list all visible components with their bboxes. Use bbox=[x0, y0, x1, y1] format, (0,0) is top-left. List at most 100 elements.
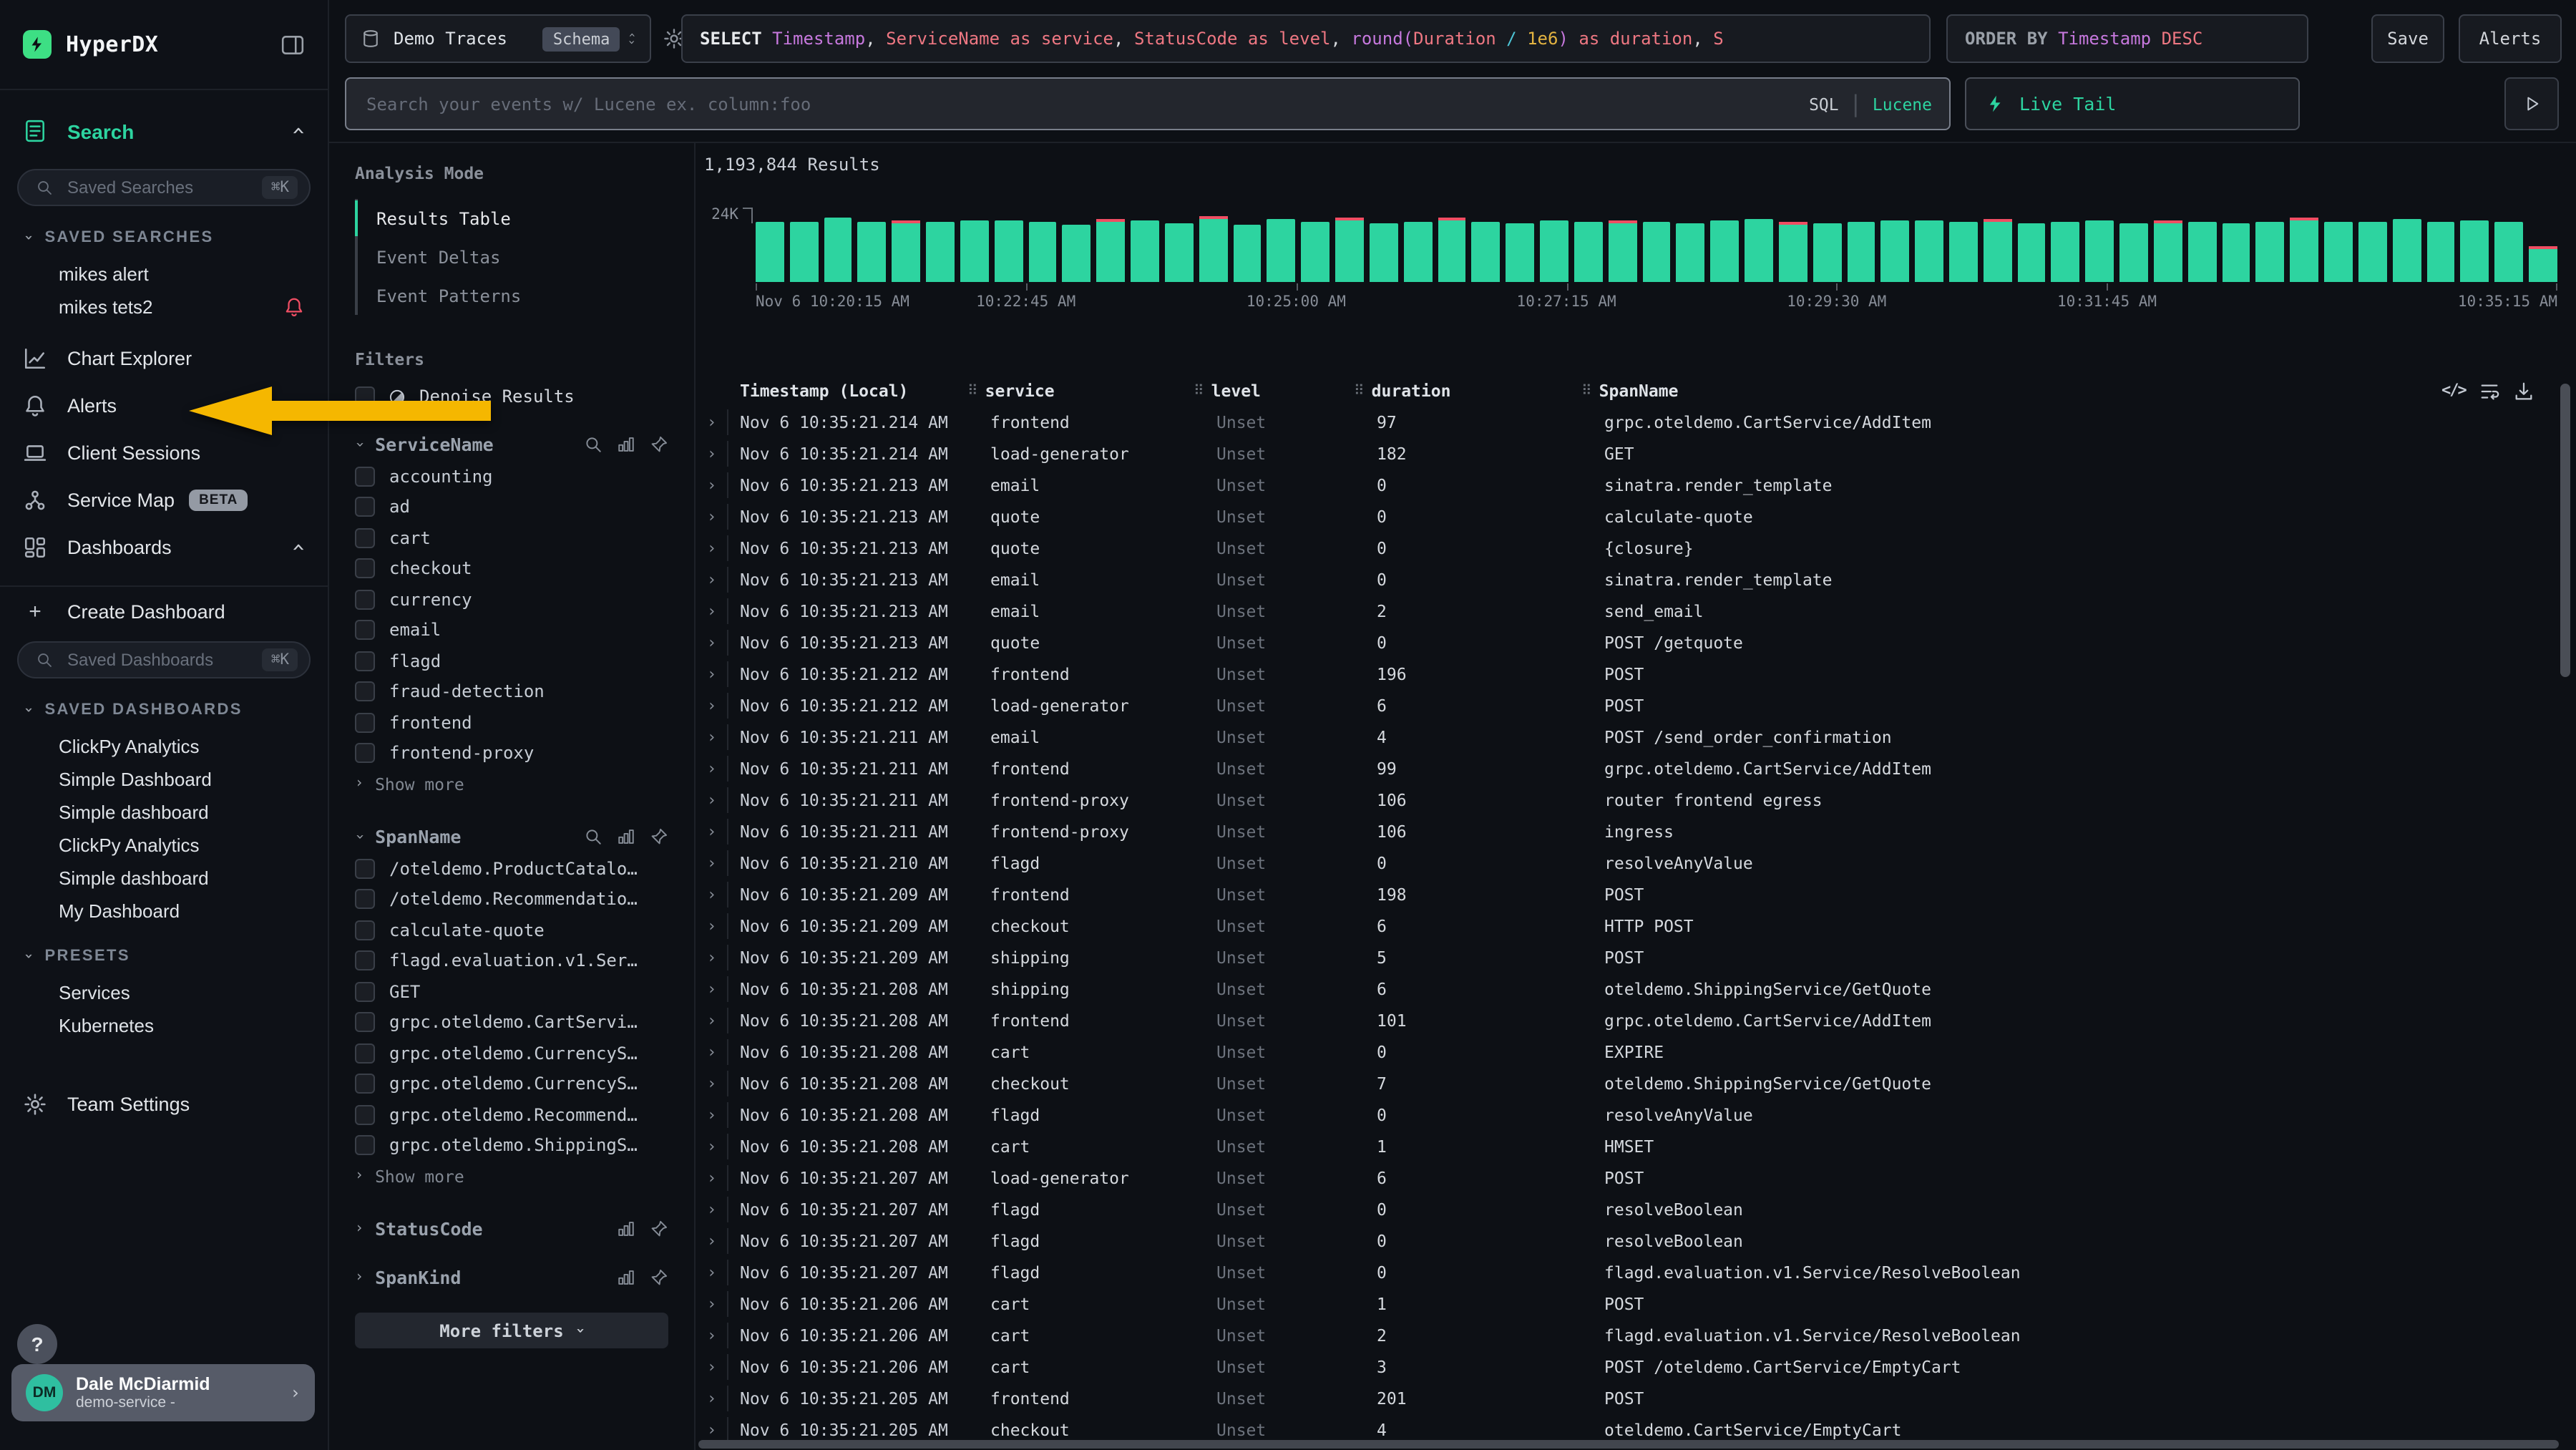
row-expand-chevron-icon[interactable]: › bbox=[707, 917, 716, 935]
histogram-bar[interactable] bbox=[1710, 220, 1739, 282]
checkbox[interactable] bbox=[355, 1043, 375, 1064]
histogram-bar[interactable] bbox=[1267, 219, 1296, 282]
row-expand-chevron-icon[interactable]: › bbox=[707, 948, 716, 967]
histogram-bar[interactable] bbox=[2017, 223, 2046, 282]
row-expand-chevron-icon[interactable]: › bbox=[707, 665, 716, 683]
save-button[interactable]: Save bbox=[2371, 14, 2444, 63]
filter-option[interactable]: currency bbox=[355, 584, 668, 615]
histogram-bar[interactable] bbox=[1915, 220, 1943, 282]
histogram-bar[interactable] bbox=[2188, 222, 2217, 282]
filter-group-header[interactable]: ›SpanName bbox=[355, 826, 668, 847]
checkbox[interactable] bbox=[355, 859, 375, 879]
event-search-bar[interactable]: SQL | Lucene bbox=[345, 77, 1951, 130]
row-expand-chevron-icon[interactable]: › bbox=[707, 602, 716, 621]
table-row[interactable]: ›Nov 6 10:35:21.213 AMemailUnset2send_em… bbox=[696, 595, 2576, 627]
table-row[interactable]: ›Nov 6 10:35:21.213 AMemailUnset0sinatra… bbox=[696, 469, 2576, 501]
row-expand-chevron-icon[interactable]: › bbox=[707, 1389, 716, 1408]
table-row[interactable]: ›Nov 6 10:35:21.214 AMload-generatorUnse… bbox=[696, 438, 2576, 469]
table-row[interactable]: ›Nov 6 10:35:21.206 AMcartUnset2flagd.ev… bbox=[696, 1320, 2576, 1351]
column-header-spanname[interactable]: ⠿ SpanName bbox=[1581, 381, 1678, 401]
presets-section[interactable]: › PRESETS bbox=[0, 948, 328, 965]
dashboard-item[interactable]: Simple dashboard bbox=[0, 862, 328, 895]
table-row[interactable]: ›Nov 6 10:35:21.206 AMcartUnset1POST bbox=[696, 1288, 2576, 1320]
help-button[interactable]: ? bbox=[17, 1324, 57, 1364]
row-expand-chevron-icon[interactable]: › bbox=[707, 1421, 716, 1439]
saved-searches-input[interactable] bbox=[64, 176, 263, 199]
histogram-bar[interactable] bbox=[1984, 219, 2012, 282]
table-row[interactable]: ›Nov 6 10:35:21.212 AMfrontendUnset196PO… bbox=[696, 658, 2576, 690]
histogram-bar[interactable] bbox=[892, 220, 921, 282]
bar-chart-icon[interactable] bbox=[617, 827, 635, 846]
chevron-down-icon[interactable]: › bbox=[351, 440, 367, 449]
filter-option[interactable]: GET bbox=[355, 976, 668, 1007]
histogram-bar[interactable] bbox=[2119, 223, 2148, 282]
sidebar-item-chart-explorer[interactable]: Chart Explorer bbox=[0, 335, 328, 382]
row-expand-chevron-icon[interactable]: › bbox=[707, 1169, 716, 1187]
filter-option[interactable]: flagd bbox=[355, 646, 668, 676]
row-expand-chevron-icon[interactable]: › bbox=[707, 791, 716, 809]
saved-dashboards-input[interactable] bbox=[64, 648, 263, 671]
sidebar-item-team-settings[interactable]: Team Settings bbox=[0, 1082, 328, 1125]
filter-group-header[interactable]: ›StatusCode bbox=[355, 1218, 668, 1240]
histogram-bar[interactable] bbox=[1472, 222, 1501, 282]
filter-option[interactable]: grpc.oteldemo.CurrencyS… bbox=[355, 1038, 668, 1069]
checkbox[interactable] bbox=[355, 1013, 375, 1033]
histogram-bar[interactable] bbox=[1028, 222, 1057, 282]
row-expand-chevron-icon[interactable]: › bbox=[707, 1326, 716, 1345]
dashboard-item[interactable]: ClickPy Analytics bbox=[0, 829, 328, 862]
histogram-bar[interactable] bbox=[1403, 222, 1432, 282]
table-row[interactable]: ›Nov 6 10:35:21.213 AMquoteUnset0{closur… bbox=[696, 532, 2576, 564]
histogram-bar[interactable] bbox=[1335, 218, 1364, 282]
chevron-up-icon[interactable]: › bbox=[284, 540, 311, 554]
checkbox[interactable] bbox=[355, 1105, 375, 1125]
column-header-duration[interactable]: ⠿ duration bbox=[1354, 381, 1450, 401]
table-row[interactable]: ›Nov 6 10:35:21.205 AMfrontendUnset201PO… bbox=[696, 1383, 2576, 1414]
checkbox[interactable] bbox=[355, 621, 375, 641]
row-expand-chevron-icon[interactable]: › bbox=[707, 1106, 716, 1124]
table-row[interactable]: ›Nov 6 10:35:21.207 AMflagdUnset0resolve… bbox=[696, 1194, 2576, 1225]
row-expand-chevron-icon[interactable]: › bbox=[707, 1011, 716, 1030]
show-more-button[interactable]: ›Show more bbox=[355, 1161, 668, 1191]
lang-toggle-lucene[interactable]: Lucene bbox=[1873, 94, 1932, 114]
saved-search-item[interactable]: mikes tets2 bbox=[0, 291, 328, 323]
filter-option[interactable]: accounting bbox=[355, 461, 668, 492]
histogram-bar[interactable] bbox=[2256, 222, 2285, 282]
row-expand-chevron-icon[interactable]: › bbox=[707, 759, 716, 778]
histogram-bar[interactable] bbox=[1540, 220, 1568, 282]
search-icon[interactable] bbox=[584, 435, 602, 454]
checkbox[interactable] bbox=[355, 651, 375, 671]
table-row[interactable]: ›Nov 6 10:35:21.211 AMemailUnset4POST /s… bbox=[696, 721, 2576, 753]
histogram-bar[interactable] bbox=[1847, 222, 1875, 282]
table-row[interactable]: ›Nov 6 10:35:21.212 AMload-generatorUnse… bbox=[696, 690, 2576, 721]
row-expand-chevron-icon[interactable]: › bbox=[707, 696, 716, 715]
filter-group-header[interactable]: ›SpanKind bbox=[355, 1267, 668, 1288]
drag-handle-icon[interactable]: ⠿ bbox=[1194, 383, 1204, 399]
filter-option[interactable]: grpc.oteldemo.Recommend… bbox=[355, 1099, 668, 1130]
table-row[interactable]: ›Nov 6 10:35:21.211 AMfrontend-proxyUnse… bbox=[696, 816, 2576, 847]
row-expand-chevron-icon[interactable]: › bbox=[707, 1263, 716, 1282]
histogram-bar[interactable] bbox=[1574, 222, 1603, 282]
histogram-bar[interactable] bbox=[2529, 246, 2557, 282]
table-row[interactable]: ›Nov 6 10:35:21.213 AMquoteUnset0POST /g… bbox=[696, 627, 2576, 658]
histogram-bar[interactable] bbox=[824, 218, 852, 282]
sql-select-editor[interactable]: SELECT Timestamp, ServiceName as service… bbox=[681, 14, 1931, 63]
saved-searches-section[interactable]: › SAVED SEARCHES bbox=[0, 229, 328, 246]
bar-chart-icon[interactable] bbox=[617, 435, 635, 454]
filter-option[interactable]: grpc.oteldemo.ShippingS… bbox=[355, 1130, 668, 1161]
preset-item[interactable]: Kubernetes bbox=[0, 1009, 328, 1042]
table-row[interactable]: ›Nov 6 10:35:21.208 AMflagdUnset0resolve… bbox=[696, 1099, 2576, 1131]
checkbox[interactable] bbox=[355, 890, 375, 910]
row-expand-chevron-icon[interactable]: › bbox=[707, 1137, 716, 1156]
checkbox[interactable] bbox=[355, 682, 375, 702]
dashboard-item[interactable]: Simple dashboard bbox=[0, 796, 328, 829]
chevron-down-icon[interactable]: › bbox=[351, 832, 367, 841]
histogram-bar[interactable] bbox=[2358, 222, 2387, 282]
table-row[interactable]: ›Nov 6 10:35:21.209 AMshippingUnset5POST bbox=[696, 942, 2576, 973]
histogram-bar[interactable] bbox=[1506, 223, 1534, 282]
checkbox[interactable] bbox=[355, 713, 375, 733]
analysis-mode-event-deltas[interactable]: Event Deltas bbox=[358, 238, 668, 276]
preset-item[interactable]: Services bbox=[0, 976, 328, 1009]
dashboard-item[interactable]: Simple Dashboard bbox=[0, 763, 328, 796]
histogram-bar[interactable] bbox=[1608, 220, 1636, 282]
dashboard-item[interactable]: ClickPy Analytics bbox=[0, 730, 328, 763]
